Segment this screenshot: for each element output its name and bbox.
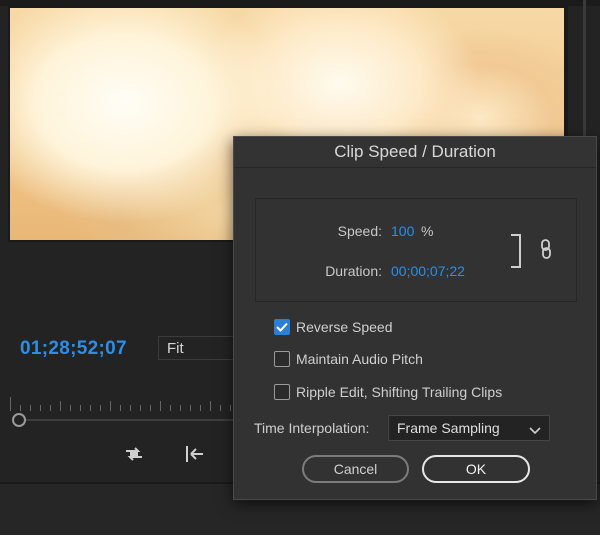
loop-icon[interactable] [122, 443, 146, 470]
scrub-bar[interactable] [26, 419, 236, 421]
time-interpolation-select[interactable]: Frame Sampling [388, 415, 550, 441]
dialog-title[interactable]: Clip Speed / Duration [234, 137, 596, 168]
speed-value[interactable]: 100 [391, 223, 414, 239]
playhead-timecode[interactable]: 01;28;52;07 [20, 338, 127, 360]
duration-value[interactable]: 00;00;07;22 [391, 263, 465, 279]
cancel-button[interactable]: Cancel [302, 455, 409, 483]
speed-duration-group: Speed: 100 % Duration: 00;00;07;22 [255, 198, 577, 302]
ripple-edit-label: Ripple Edit, Shifting Trailing Clips [296, 384, 503, 400]
maintain-audio-pitch-checkbox[interactable] [274, 351, 290, 367]
chevron-down-icon [529, 422, 541, 438]
ok-button[interactable]: OK [422, 455, 530, 483]
reverse-speed-checkbox[interactable] [274, 319, 290, 335]
go-to-in-icon[interactable] [183, 443, 207, 470]
time-interpolation-label: Time Interpolation: [254, 420, 370, 436]
time-ruler[interactable] [10, 397, 238, 411]
link-bracket [511, 234, 521, 268]
ripple-edit-checkbox[interactable] [274, 384, 290, 400]
speed-label: Speed: [337, 223, 382, 239]
link-icon[interactable] [540, 239, 552, 264]
clip-speed-duration-dialog: Clip Speed / Duration Speed: 100 % Durat… [233, 136, 597, 500]
zoom-fit-select[interactable]: Fit [158, 336, 238, 360]
duration-label: Duration: [325, 263, 382, 279]
maintain-audio-pitch-option[interactable]: Maintain Audio Pitch [274, 349, 423, 369]
ripple-edit-option[interactable]: Ripple Edit, Shifting Trailing Clips [274, 382, 502, 402]
reverse-speed-label: Reverse Speed [296, 319, 393, 335]
playhead-handle[interactable] [12, 413, 26, 427]
zoom-fit-label: Fit [167, 340, 184, 357]
maintain-audio-pitch-label: Maintain Audio Pitch [296, 351, 423, 367]
time-interpolation-value: Frame Sampling [397, 420, 500, 436]
speed-unit: % [421, 223, 434, 239]
reverse-speed-option[interactable]: Reverse Speed [274, 317, 393, 337]
checkmark-icon [276, 322, 288, 332]
